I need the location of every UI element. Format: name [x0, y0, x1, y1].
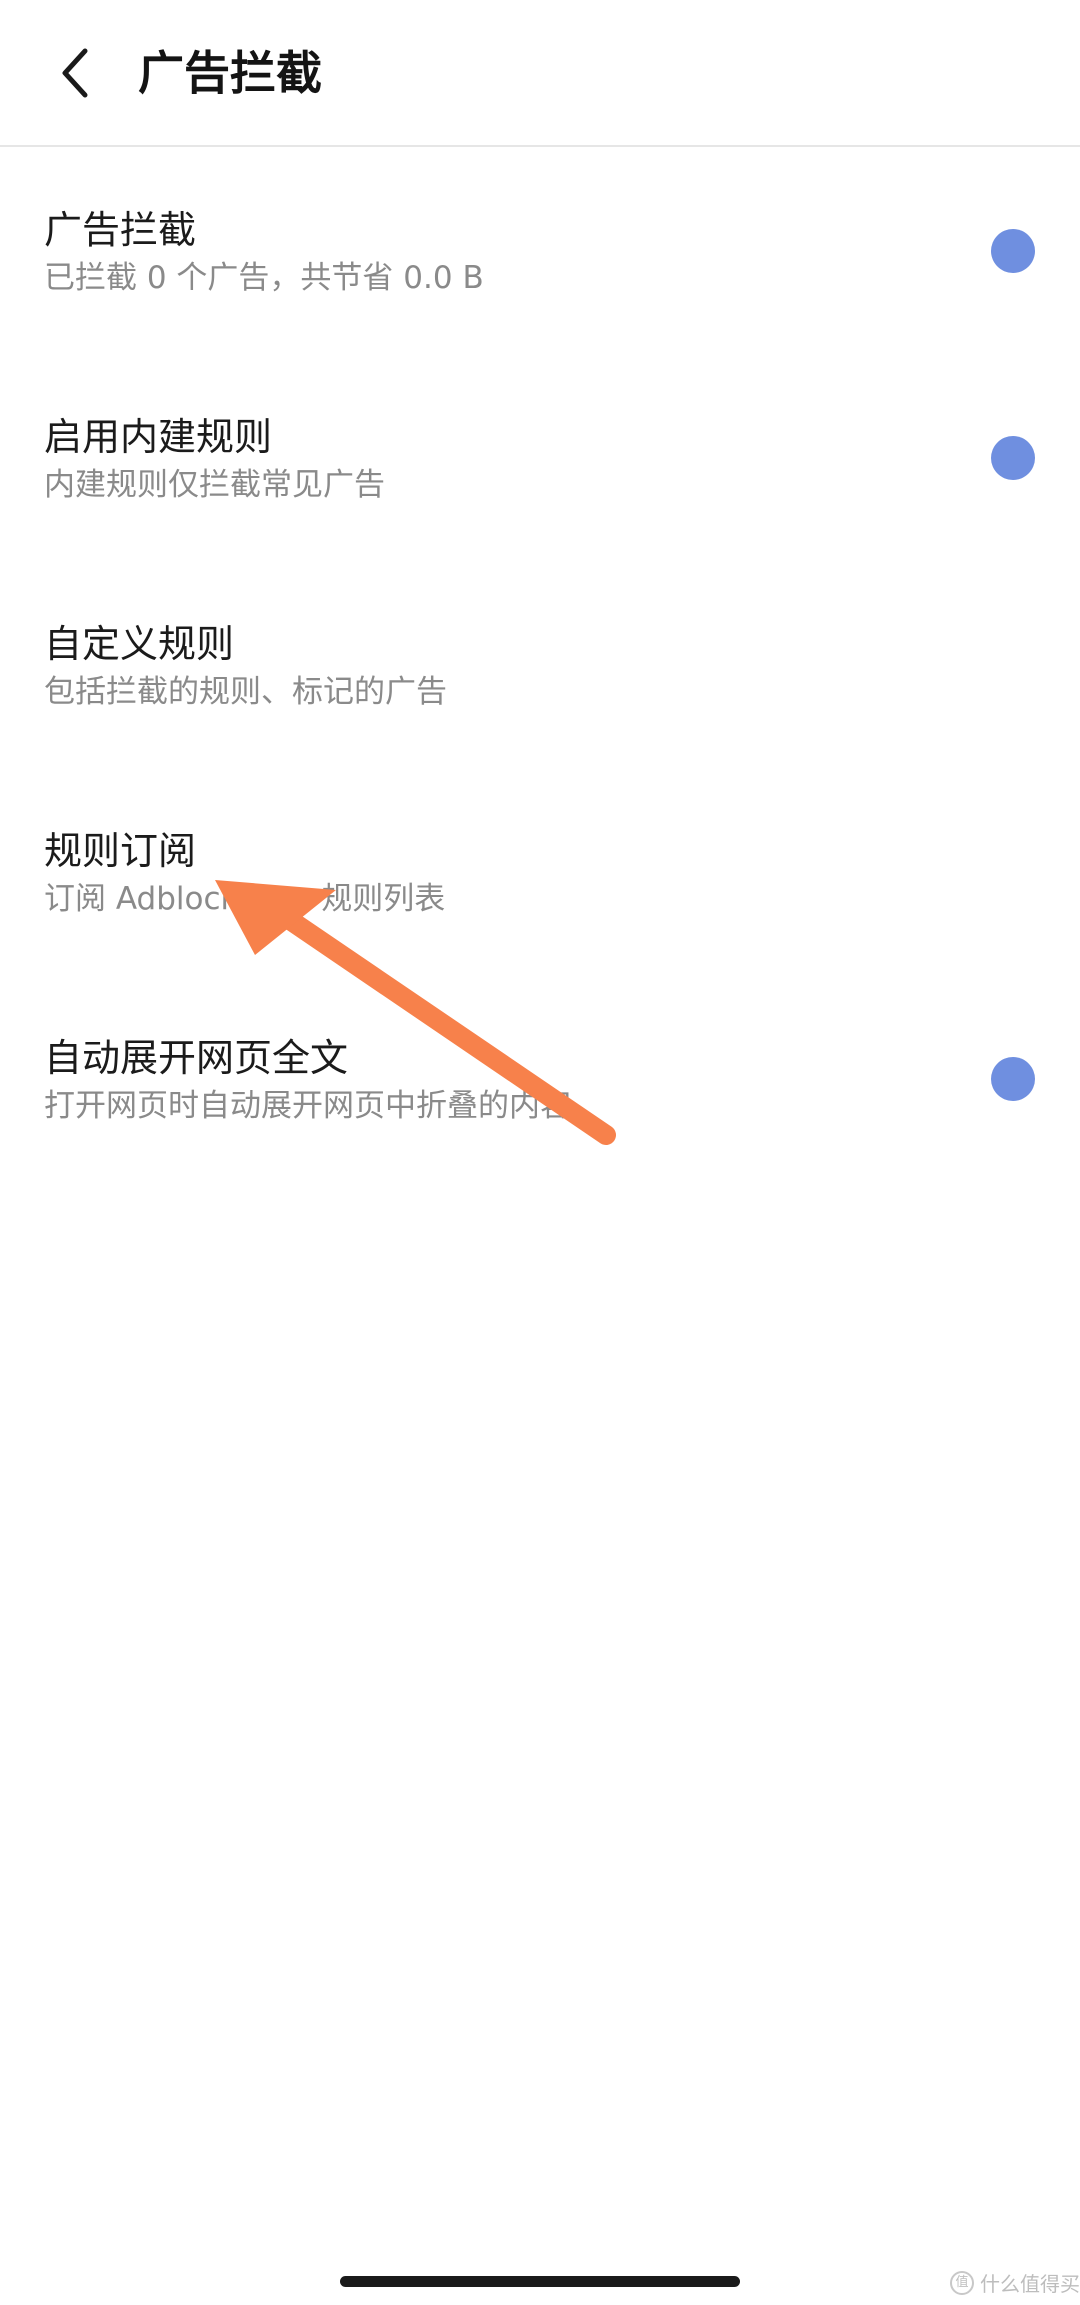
watermark-logo-icon: 值 [950, 2270, 974, 2295]
setting-description: 内建规则仅拦截常见广告 [44, 467, 385, 503]
setting-description: 打开网页时自动展开网页中折叠的内容 [44, 1088, 571, 1124]
watermark: 值 什么值得买 [950, 2268, 1080, 2297]
app-header: 广告拦截 [0, 0, 1080, 147]
ad-block-toggle[interactable] [991, 229, 1035, 273]
setting-rule-subscription[interactable]: 规则订阅 订阅 Adblock Plus 规则列表 [0, 768, 1080, 975]
setting-description: 已拦截 0 个广告，共节省 0.0 B [44, 260, 484, 296]
home-indicator[interactable] [340, 2276, 740, 2287]
page-title: 广告拦截 [138, 46, 322, 100]
setting-title: 自动展开网页全文 [44, 1036, 349, 1080]
settings-list: 广告拦截 已拦截 0 个广告，共节省 0.0 B 启用内建规则 内建规则仅拦截常… [0, 147, 1080, 1182]
setting-auto-expand[interactable]: 自动展开网页全文 打开网页时自动展开网页中折叠的内容 [0, 975, 1080, 1182]
setting-ad-block[interactable]: 广告拦截 已拦截 0 个广告，共节省 0.0 B [0, 147, 1080, 354]
chevron-left-icon [62, 48, 88, 98]
setting-title: 规则订阅 [44, 829, 197, 873]
setting-builtin-rules[interactable]: 启用内建规则 内建规则仅拦截常见广告 [0, 354, 1080, 561]
setting-title: 自定义规则 [44, 622, 235, 666]
setting-custom-rules[interactable]: 自定义规则 包括拦截的规则、标记的广告 [0, 561, 1080, 768]
auto-expand-toggle[interactable] [991, 1057, 1035, 1101]
back-button[interactable] [40, 38, 110, 108]
setting-title: 广告拦截 [44, 208, 197, 252]
setting-description: 订阅 Adblock Plus 规则列表 [44, 881, 446, 917]
builtin-rules-toggle[interactable] [991, 436, 1035, 480]
setting-title: 启用内建规则 [44, 415, 273, 459]
setting-description: 包括拦截的规则、标记的广告 [44, 674, 447, 710]
watermark-text: 什么值得买 [980, 2272, 1080, 2296]
